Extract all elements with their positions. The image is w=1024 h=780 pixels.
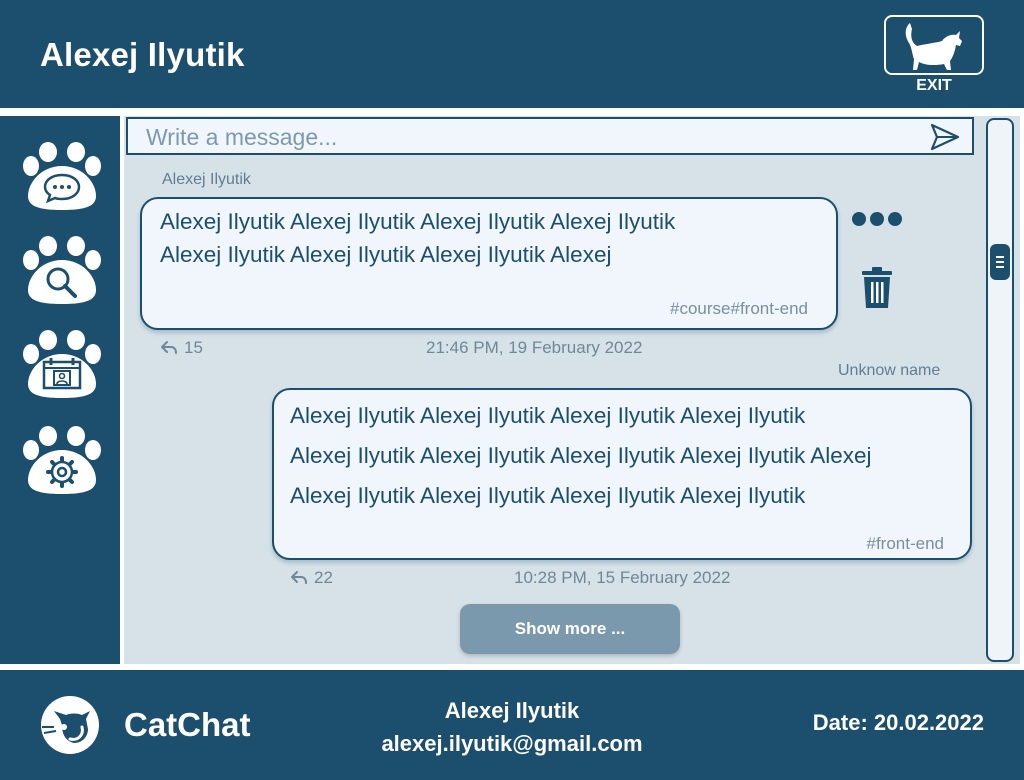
grip-line	[996, 256, 1004, 258]
message-line: Alexej Ilyutik Alexej Ilyutik Alexej Ily…	[290, 443, 872, 468]
message-text: Alexej Ilyutik Alexej Ilyutik Alexej Ily…	[160, 205, 675, 271]
reply-icon	[161, 341, 177, 354]
message-line: Alexej Ilyutik Alexej Ilyutik Alexej Ily…	[290, 403, 806, 428]
message-line: Alexej Ilyutik Alexej Ilyutik Alexej Ily…	[160, 242, 612, 267]
scrollbar-area	[980, 116, 1020, 664]
dot	[888, 212, 902, 226]
dot	[870, 212, 884, 226]
message-line: Alexej Ilyutik Alexej Ilyutik Alexej Ily…	[290, 483, 806, 508]
footer-user-name: Alexej Ilyutik	[444, 698, 580, 723]
send-icon	[930, 123, 960, 151]
exit-button[interactable]	[884, 15, 984, 75]
app-header: Alexej Ilyutik EXIT	[0, 0, 1024, 108]
search-icon	[23, 236, 101, 304]
app-footer: CatChat Alexej Ilyutik alexej.ilyutik@gm…	[0, 670, 1024, 780]
send-button[interactable]	[930, 123, 960, 156]
reply-count: 15	[184, 338, 203, 357]
sidebar	[0, 116, 120, 664]
trash-icon	[862, 267, 892, 308]
message-tags: #course#front-end	[670, 299, 808, 318]
message-composer	[126, 117, 974, 155]
delete-button[interactable]	[860, 266, 894, 315]
settings-icon	[23, 426, 101, 494]
more-options-button[interactable]	[852, 212, 902, 226]
message-timestamp: 21:46 PM, 19 February 2022	[426, 338, 643, 357]
sidebar-item-search[interactable]	[20, 236, 104, 306]
scrollbar-track[interactable]	[986, 118, 1014, 662]
chat-icon	[23, 142, 101, 210]
footer-date: Date: 20.02.2022	[812, 710, 984, 735]
reply-icon	[291, 571, 307, 584]
message-author: Alexej Ilyutik	[162, 171, 251, 188]
footer-user-info: Alexej Ilyutik alexej.ilyutik@gmail.com	[330, 694, 694, 760]
page-title: Alexej Ilyutik	[40, 36, 245, 73]
message-author: Unknow name	[838, 362, 941, 379]
catchat-logo	[40, 695, 100, 760]
message-text: Alexej Ilyutik Alexej Ilyutik Alexej Ily…	[290, 396, 872, 516]
dot	[852, 212, 866, 226]
message-bubble[interactable]: Alexej Ilyutik Alexej Ilyutik Alexej Ily…	[272, 388, 972, 560]
message-line: Alexej Ilyutik Alexej Ilyutik Alexej Ily…	[160, 209, 676, 234]
cat-icon	[905, 23, 962, 70]
message-tags: #front-end	[866, 534, 945, 553]
chat-area: Alexej Ilyutik Alexej Ilyutik Alexej Ily…	[124, 116, 980, 664]
reply-count: 22	[314, 568, 333, 587]
scrollbar-thumb[interactable]	[990, 244, 1010, 280]
reply-button[interactable]: 15	[160, 338, 203, 358]
exit-label: EXIT	[916, 77, 952, 94]
message-bubble[interactable]: Alexej Ilyutik Alexej Ilyutik Alexej Ily…	[140, 197, 838, 330]
show-more-button[interactable]: Show more ...	[460, 604, 680, 654]
brand-name: CatChat	[124, 706, 251, 743]
reply-button[interactable]: 22	[290, 568, 333, 588]
message-timestamp: 10:28 PM, 15 February 2022	[514, 568, 731, 587]
message-input[interactable]	[146, 122, 916, 152]
grip-line	[996, 261, 1004, 263]
footer-user-email: alexej.ilyutik@gmail.com	[381, 731, 643, 756]
cat-logo-icon	[41, 696, 99, 754]
sidebar-item-settings[interactable]	[20, 426, 104, 496]
grip-line	[996, 266, 1004, 268]
sidebar-item-chat[interactable]	[20, 142, 104, 212]
sidebar-item-calendar[interactable]	[20, 330, 104, 400]
calendar-icon	[23, 330, 101, 398]
